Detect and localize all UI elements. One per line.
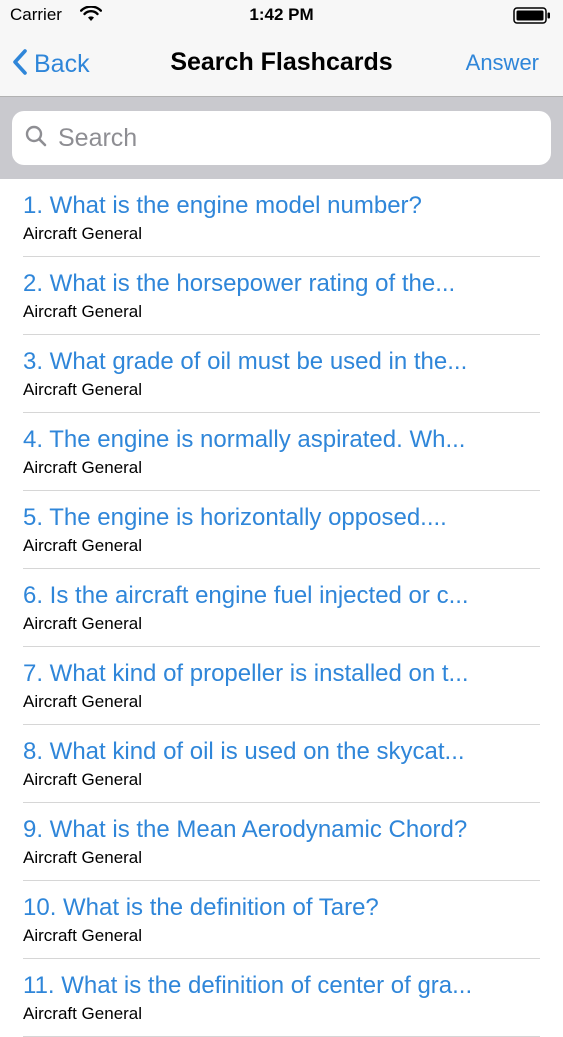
flashcard-category: Aircraft General: [23, 848, 143, 867]
flashcard-row[interactable]: 7. What kind of propeller is installed o…: [0, 647, 563, 725]
flashcard-category: Aircraft General: [23, 926, 143, 945]
flashcard-list: 1. What is the engine model number? Aircr…: [0, 179, 563, 1037]
flashcard-category: Aircraft General: [23, 770, 143, 789]
status-bar: Carrier 1:42 PM: [0, 0, 563, 32]
status-time: 1:42 PM: [249, 5, 314, 24]
flashcard-row[interactable]: 9. What is the Mean Aerodynamic Chord? Ai…: [0, 803, 563, 881]
flashcard-question: 7. What kind of propeller is installed o…: [23, 660, 469, 687]
flashcard-category: Aircraft General: [23, 1004, 143, 1023]
flashcard-category: Aircraft General: [23, 224, 143, 243]
flashcard-question: 3. What grade of oil must be used in the…: [23, 348, 468, 375]
search-icon: [24, 124, 48, 153]
back-label: Back: [34, 49, 90, 78]
flashcard-category: Aircraft General: [23, 692, 143, 711]
flashcard-row[interactable]: 2. What is the horsepower rating of the.…: [0, 257, 563, 335]
flashcard-row[interactable]: 6. Is the aircraft engine fuel injected …: [0, 569, 563, 647]
flashcard-question: 9. What is the Mean Aerodynamic Chord?: [23, 816, 468, 843]
flashcard-question: 10. What is the definition of Tare?: [23, 894, 379, 921]
flashcard-category: Aircraft General: [23, 614, 143, 633]
flashcard-row[interactable]: 8. What kind of oil is used on the skyca…: [0, 725, 563, 803]
answer-button[interactable]: Answer: [466, 50, 539, 76]
flashcard-question: 2. What is the horsepower rating of the.…: [23, 270, 456, 297]
flashcard-row[interactable]: 11. What is the definition of center of …: [0, 959, 563, 1037]
flashcard-question: 11. What is the definition of center of …: [23, 972, 473, 999]
flashcard-category: Aircraft General: [23, 458, 143, 477]
flashcard-question: 4. The engine is normally aspirated. Wh.…: [23, 426, 466, 453]
flashcard-row[interactable]: 4. The engine is normally aspirated. Wh.…: [0, 413, 563, 491]
search-field[interactable]: [12, 111, 551, 165]
search-input[interactable]: [56, 122, 520, 154]
flashcard-question: 8. What kind of oil is used on the skyca…: [23, 738, 465, 765]
flashcard-row[interactable]: 5. The engine is horizontally opposed...…: [0, 491, 563, 569]
flashcard-category: Aircraft General: [23, 536, 143, 555]
flashcard-row[interactable]: 3. What grade of oil must be used in the…: [0, 335, 563, 413]
chevron-left-icon: [12, 48, 28, 81]
flashcard-category: Aircraft General: [23, 302, 143, 321]
flashcard-question: 6. Is the aircraft engine fuel injected …: [23, 582, 469, 609]
flashcard-category: Aircraft General: [23, 380, 143, 399]
flashcard-question: 5. The engine is horizontally opposed...…: [23, 504, 447, 531]
flashcard-question: 1. What is the engine model number?: [23, 192, 422, 219]
flashcard-row[interactable]: 1. What is the engine model number? Aircr…: [0, 179, 563, 257]
battery-icon: [513, 7, 551, 29]
flashcard-row[interactable]: 10. What is the definition of Tare? Aircr…: [0, 881, 563, 959]
back-button[interactable]: Back: [12, 46, 90, 82]
navigation-bar: Back Search Flashcards Answer: [0, 32, 563, 97]
search-bar: [0, 97, 563, 179]
